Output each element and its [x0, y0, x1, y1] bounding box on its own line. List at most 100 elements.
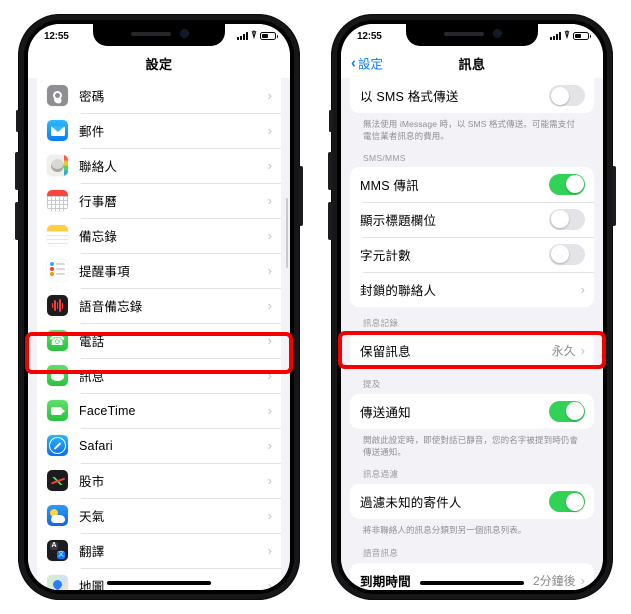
- settings-row-字元計數[interactable]: 字元計數: [350, 236, 594, 272]
- settings-row-value: 永久: [551, 343, 576, 358]
- volume-up-button-left[interactable]: [15, 152, 19, 190]
- section-header: 訊息過濾: [363, 469, 399, 480]
- volume-down-button-left[interactable]: [15, 202, 19, 240]
- safari-icon: [47, 435, 68, 456]
- toggle-switch[interactable]: [549, 491, 585, 513]
- toggle-switch[interactable]: [549, 208, 585, 230]
- settings-row-保留訊息[interactable]: 保留訊息 永久 ›: [350, 333, 594, 368]
- sidebar-item-notes[interactable]: 備忘錄 ›: [37, 218, 281, 253]
- chevron-right-icon: ›: [267, 88, 272, 103]
- front-camera-icon: [493, 30, 501, 37]
- toggle-switch[interactable]: [549, 85, 585, 106]
- sidebar-item-translate[interactable]: 翻譯 ›: [37, 533, 281, 568]
- voice-memos-icon: [47, 295, 68, 316]
- settings-row-value: 2分鐘後: [532, 573, 576, 588]
- section-footer: 將非聯絡人的訊息分類到另一個訊息列表。: [363, 525, 527, 536]
- home-indicator-right[interactable]: [420, 581, 524, 585]
- settings-row-封鎖的聯絡人[interactable]: 封鎖的聯絡人 ›: [350, 271, 594, 307]
- sidebar-item-mail[interactable]: 郵件 ›: [37, 113, 281, 148]
- iphone-device-left: 12:55 ⍒ 設定 密碼 › 郵件 › 聯絡人 › 行事曆 › 備忘錄 › 提醒事項 › 語音備忘錄 ›…: [15, 14, 303, 600]
- sidebar-item-calendar[interactable]: 行事曆 ›: [37, 183, 281, 218]
- status-indicators: ⍒: [550, 29, 591, 42]
- sidebar-item-passwords[interactable]: 密碼 ›: [37, 78, 281, 113]
- maps-icon: [47, 575, 68, 590]
- chevron-left-icon: ‹: [351, 54, 356, 71]
- sidebar-item-messages[interactable]: 訊息 ›: [37, 358, 281, 393]
- chevron-right-icon: ›: [267, 368, 272, 383]
- sidebar-item-reminders[interactable]: 提醒事項 ›: [37, 253, 281, 288]
- iphone-device-right: 12:55 ⍒ ‹ 設定 訊息 以 SMS 格式傳送 無法使用 iMessage …: [328, 14, 616, 600]
- settings-row-label: 到期時間: [360, 574, 411, 589]
- settings-row-到期時間[interactable]: 到期時間 2分鐘後 ›: [350, 563, 594, 590]
- sidebar-item-label: Safari: [79, 438, 113, 453]
- settings-row-顯示標題欄位[interactable]: 顯示標題欄位: [350, 201, 594, 237]
- notch-left: [93, 24, 225, 46]
- chevron-right-icon: ›: [267, 508, 272, 523]
- sidebar-item-label: 地圖: [79, 580, 105, 590]
- home-indicator-left[interactable]: [107, 581, 211, 585]
- silent-switch-right[interactable]: [329, 110, 332, 132]
- back-button[interactable]: ‹ 設定: [351, 54, 383, 73]
- toggle-knob: [550, 210, 569, 229]
- toggle-switch[interactable]: [549, 173, 585, 195]
- section-header: SMS/MMS: [363, 152, 406, 163]
- settings-group: 保留訊息 永久 ›: [350, 332, 594, 368]
- settings-group: 傳送通知: [350, 393, 594, 429]
- settings-group: 過濾未知的寄件人: [350, 484, 594, 520]
- settings-row-label: MMS 傳訊: [360, 178, 419, 193]
- settings-list-body[interactable]: 密碼›郵件›聯絡人›行事曆›備忘錄›提醒事項›語音備忘錄›電話›訊息›FaceT…: [28, 78, 290, 590]
- sidebar-item-maps[interactable]: 地圖 ›: [37, 568, 281, 590]
- sidebar-item-label: 天氣: [79, 510, 105, 524]
- sidebar-item-label: 電話: [79, 335, 105, 349]
- section-footer: 開啟此設定時，即使對話已靜音，您的名字被提到時仍會傳送通知。: [363, 434, 579, 457]
- settings-row-MMS-傳訊[interactable]: MMS 傳訊: [350, 167, 594, 202]
- sidebar-item-stocks[interactable]: 股市 ›: [37, 463, 281, 498]
- mail-icon: [47, 120, 68, 141]
- screen-left: 12:55 ⍒ 設定 密碼 › 郵件 › 聯絡人 › 行事曆 › 備忘錄 › 提醒事項 › 語音備忘錄 ›…: [28, 24, 290, 590]
- sidebar-item-voice-memos[interactable]: 語音備忘錄 ›: [37, 288, 281, 323]
- notch-right: [406, 24, 538, 46]
- settings-row-以-SMS-格式傳送[interactable]: 以 SMS 格式傳送: [350, 78, 594, 113]
- chevron-right-icon: ›: [267, 403, 272, 418]
- sidebar-item-phone[interactable]: 電話 ›: [37, 323, 281, 358]
- settings-row-label: 過濾未知的寄件人: [360, 496, 462, 511]
- chevron-right-icon: ›: [267, 543, 272, 558]
- front-camera-icon: [180, 30, 188, 37]
- chevron-right-icon: ›: [267, 438, 272, 453]
- sidebar-item-label: 訊息: [79, 370, 105, 384]
- silent-switch-left[interactable]: [16, 110, 19, 132]
- calendar-icon: [47, 190, 68, 211]
- chevron-right-icon: ›: [267, 158, 272, 173]
- sidebar-item-weather[interactable]: 天氣 ›: [37, 498, 281, 533]
- chevron-right-icon: ›: [267, 263, 272, 278]
- wifi-icon: ⍒: [564, 29, 570, 41]
- chevron-right-icon: ›: [267, 333, 272, 348]
- settings-group: MMS 傳訊顯示標題欄位 字元計數 封鎖的聯絡人 ›: [350, 166, 594, 307]
- chevron-right-icon: ›: [267, 473, 272, 488]
- power-button-right[interactable]: [612, 166, 616, 226]
- page-title: 設定: [145, 56, 173, 72]
- settings-row-過濾未知的寄件人[interactable]: 過濾未知的寄件人: [350, 484, 594, 519]
- toggle-knob: [550, 245, 569, 264]
- volume-down-button-right[interactable]: [328, 202, 332, 240]
- toggle-switch[interactable]: [549, 400, 585, 422]
- sidebar-item-contacts[interactable]: 聯絡人 ›: [37, 148, 281, 183]
- scroll-indicator-left[interactable]: [285, 198, 288, 268]
- status-time: 12:55: [44, 31, 69, 42]
- sidebar-item-safari[interactable]: Safari ›: [37, 428, 281, 463]
- settings-row-傳送通知[interactable]: 傳送通知: [350, 394, 594, 429]
- notes-icon: [47, 225, 68, 246]
- battery-icon: [260, 32, 278, 40]
- volume-up-button-right[interactable]: [328, 152, 332, 190]
- phone-icon: [47, 330, 68, 351]
- nav-bar-right: ‹ 設定 訊息: [341, 48, 603, 78]
- sidebar-item-facetime[interactable]: FaceTime ›: [37, 393, 281, 428]
- toggle-switch[interactable]: [549, 243, 585, 265]
- power-button-left[interactable]: [299, 166, 303, 226]
- messages-settings-body[interactable]: 以 SMS 格式傳送 無法使用 iMessage 時，以 SMS 格式傳送。可能需…: [341, 78, 603, 590]
- earpiece-speaker-icon: [443, 31, 484, 36]
- translate-icon: [47, 540, 68, 561]
- earpiece-speaker-icon: [130, 31, 171, 36]
- passwords-icon: [47, 85, 68, 106]
- messages-icon: [47, 365, 68, 386]
